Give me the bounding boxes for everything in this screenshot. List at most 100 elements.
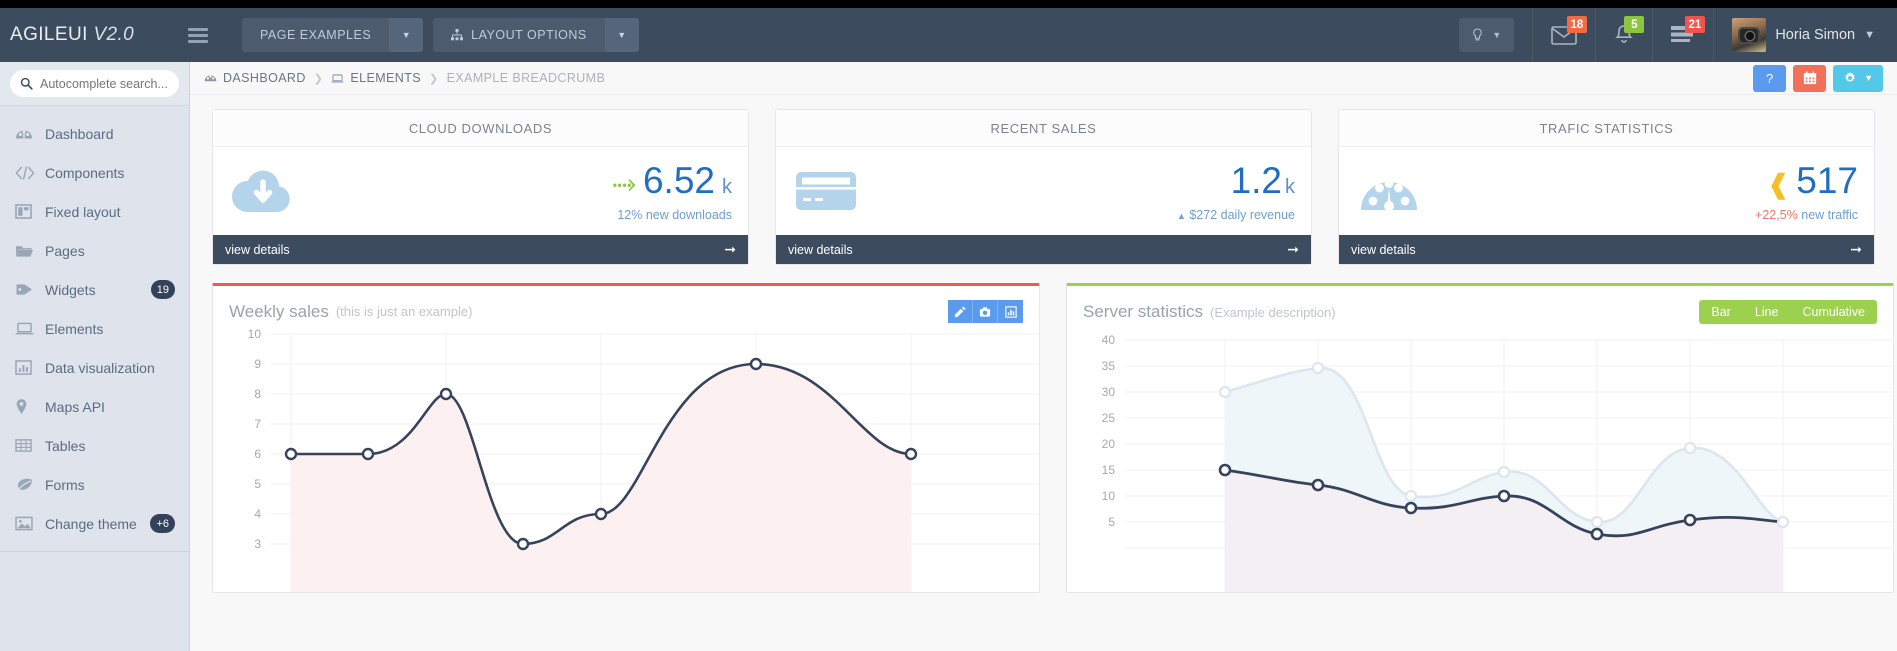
search-icon — [20, 77, 33, 90]
caret-up-icon: ▲ — [1176, 211, 1186, 221]
card-recent-sales: RECENT SALES 1.2 k ▲ $272 daily revenue … — [775, 109, 1312, 265]
help-button[interactable]: ? — [1753, 64, 1787, 92]
sidebar-item-label: Components — [45, 164, 125, 181]
layout-options-label: LAYOUT OPTIONS — [471, 28, 587, 42]
sidebar-item-elements[interactable]: Elements — [0, 309, 189, 348]
card-footer-link[interactable]: view details ➞ — [776, 235, 1311, 264]
camera-chart-button[interactable] — [973, 300, 998, 323]
sidebar-item-dashboard[interactable]: Dashboard — [0, 114, 189, 153]
sidebar-item-data-visualization[interactable]: Data visualization — [0, 348, 189, 387]
panel-weekly-sales: Weekly sales (this is just an example) 1… — [212, 283, 1040, 593]
sidebar-item-pages[interactable]: Pages — [0, 231, 189, 270]
image-icon — [15, 516, 45, 531]
panel-tools — [948, 300, 1023, 323]
leaf-icon — [15, 477, 45, 492]
dashboard-icon — [204, 75, 217, 82]
breadcrumb-item-dashboard[interactable]: DASHBOARD — [204, 71, 306, 85]
card-footer-label: view details — [788, 242, 853, 257]
map-pin-icon — [15, 398, 45, 415]
bulb-menu[interactable]: ▼ — [1441, 8, 1532, 62]
svg-text:15: 15 — [1102, 463, 1116, 477]
calendar-button[interactable] — [1793, 64, 1827, 92]
sidebar-item-maps-api[interactable]: Maps API — [0, 387, 189, 426]
credit-card-icon — [792, 164, 860, 221]
breadcrumb-separator-icon: ❯ — [428, 72, 439, 85]
sidebar-item-components[interactable]: Components — [0, 153, 189, 192]
settings-caret-icon: ▼ — [1864, 73, 1873, 83]
sidebar-item-label: Dashboard — [45, 125, 114, 142]
card-body: ⤑ 6.52 k 12% new downloads — [213, 147, 748, 235]
username-label: Horia Simon — [1775, 27, 1856, 43]
top-navbar: AGILEUI V2.0 PAGE EXAMPLES ▼ LAYOUT OPTI… — [0, 8, 1897, 62]
sidebar-badge: 19 — [150, 280, 175, 299]
panel-subtitle: (this is just an example) — [335, 304, 473, 319]
navbar-right: ▼ 18 5 21 Horia Simon ▼ — [1441, 8, 1897, 62]
edit-chart-button[interactable] — [948, 300, 973, 323]
chart-mode-bar[interactable]: Bar — [1699, 300, 1742, 324]
brand-version: V2.0 — [93, 24, 135, 45]
svg-text:5: 5 — [1108, 515, 1115, 529]
chart-panels-row: Weekly sales (this is just an example) 1… — [190, 265, 1897, 593]
messages-button[interactable]: 18 — [1532, 8, 1595, 62]
panel-header: Weekly sales (this is just an example) — [213, 286, 1039, 329]
sidebar-item-label: Forms — [45, 476, 85, 493]
breadcrumb-item-current: EXAMPLE BREADCRUMB — [447, 71, 606, 85]
top-black-strip — [0, 0, 1897, 8]
chart-mode-line[interactable]: Line — [1743, 300, 1791, 324]
card-value: 1.2 — [1230, 160, 1282, 201]
panel-tools: Bar Line Cumulative — [1699, 300, 1877, 324]
stat-cards-row: CLOUD DOWNLOADS ⤑ 6.52 k 12% new downloa… — [190, 95, 1897, 265]
card-value-row: ⤑ 6.52 k — [612, 162, 732, 199]
sidebar-item-forms[interactable]: Forms — [0, 465, 189, 504]
notifications-button[interactable]: 5 — [1595, 8, 1652, 62]
card-footer-link[interactable]: view details ➞ — [1339, 235, 1874, 264]
layout-options-caret-icon[interactable] — [604, 18, 639, 52]
sidebar-item-label: Fixed layout — [45, 203, 121, 220]
svg-text:25: 25 — [1102, 411, 1116, 425]
sidebar-item-tables[interactable]: Tables — [0, 426, 189, 465]
laptop-icon — [15, 321, 45, 336]
panel-header: Server statistics (Example description) … — [1067, 286, 1893, 330]
card-title: CLOUD DOWNLOADS — [213, 110, 748, 147]
app-root: AGILEUI V2.0 PAGE EXAMPLES ▼ LAYOUT OPTI… — [0, 0, 1897, 651]
breadcrumb-item-elements[interactable]: ELEMENTS — [331, 71, 421, 85]
sidebar-toggle-icon[interactable] — [188, 27, 208, 43]
dashboard-icon — [15, 126, 45, 142]
chart-mode-group: Bar Line Cumulative — [1699, 300, 1877, 324]
sidebar-item-change-theme[interactable]: Change theme +6 — [0, 504, 189, 543]
bar-chart-icon — [15, 360, 45, 375]
search-input[interactable] — [40, 76, 169, 91]
brand-zone: AGILEUI V2.0 — [0, 8, 228, 62]
arrow-right-icon: ➞ — [724, 241, 736, 257]
layout-icon — [15, 204, 45, 219]
user-menu[interactable]: Horia Simon ▼ — [1713, 8, 1897, 62]
breadcrumb-label: ELEMENTS — [350, 71, 421, 85]
table-icon — [15, 438, 45, 453]
page-examples-button[interactable]: PAGE EXAMPLES — [242, 18, 390, 52]
server-statistics-chart[interactable]: 40 35 30 25 20 15 10 5 — [1067, 330, 1893, 592]
brand-logo[interactable]: AGILEUI V2.0 — [10, 24, 134, 46]
card-value-row: 1.2 k — [1177, 162, 1295, 199]
tasks-button[interactable]: 21 — [1652, 8, 1713, 62]
settings-button[interactable]: ▼ — [1833, 64, 1883, 92]
layout-options-button[interactable]: LAYOUT OPTIONS — [433, 18, 605, 52]
card-footer-label: view details — [1351, 242, 1416, 257]
card-title: RECENT SALES — [776, 110, 1311, 147]
sidebar-item-label: Tables — [45, 437, 86, 454]
chart-mode-cumulative[interactable]: Cumulative — [1790, 300, 1877, 324]
page-examples-caret-icon[interactable] — [389, 18, 424, 52]
svg-text:6: 6 — [254, 447, 261, 461]
layout-options-group: LAYOUT OPTIONS — [433, 18, 639, 52]
card-subtext-label: new traffic — [1797, 208, 1858, 222]
card-value: 6.52 — [642, 160, 715, 201]
sidebar-item-widgets[interactable]: Widgets 19 — [0, 270, 189, 309]
sidebar-item-label: Elements — [45, 320, 104, 337]
breadcrumb-label: EXAMPLE BREADCRUMB — [446, 71, 606, 85]
sidebar-item-label: Widgets — [45, 281, 96, 298]
lightbulb-icon — [1473, 28, 1483, 40]
chart-type-button[interactable] — [998, 300, 1023, 323]
svg-text:9: 9 — [254, 357, 261, 371]
sidebar-item-fixed-layout[interactable]: Fixed layout — [0, 192, 189, 231]
weekly-sales-chart[interactable]: 10 9 8 7 6 5 4 3 — [213, 329, 1039, 592]
card-footer-link[interactable]: view details ➞ — [213, 235, 748, 264]
